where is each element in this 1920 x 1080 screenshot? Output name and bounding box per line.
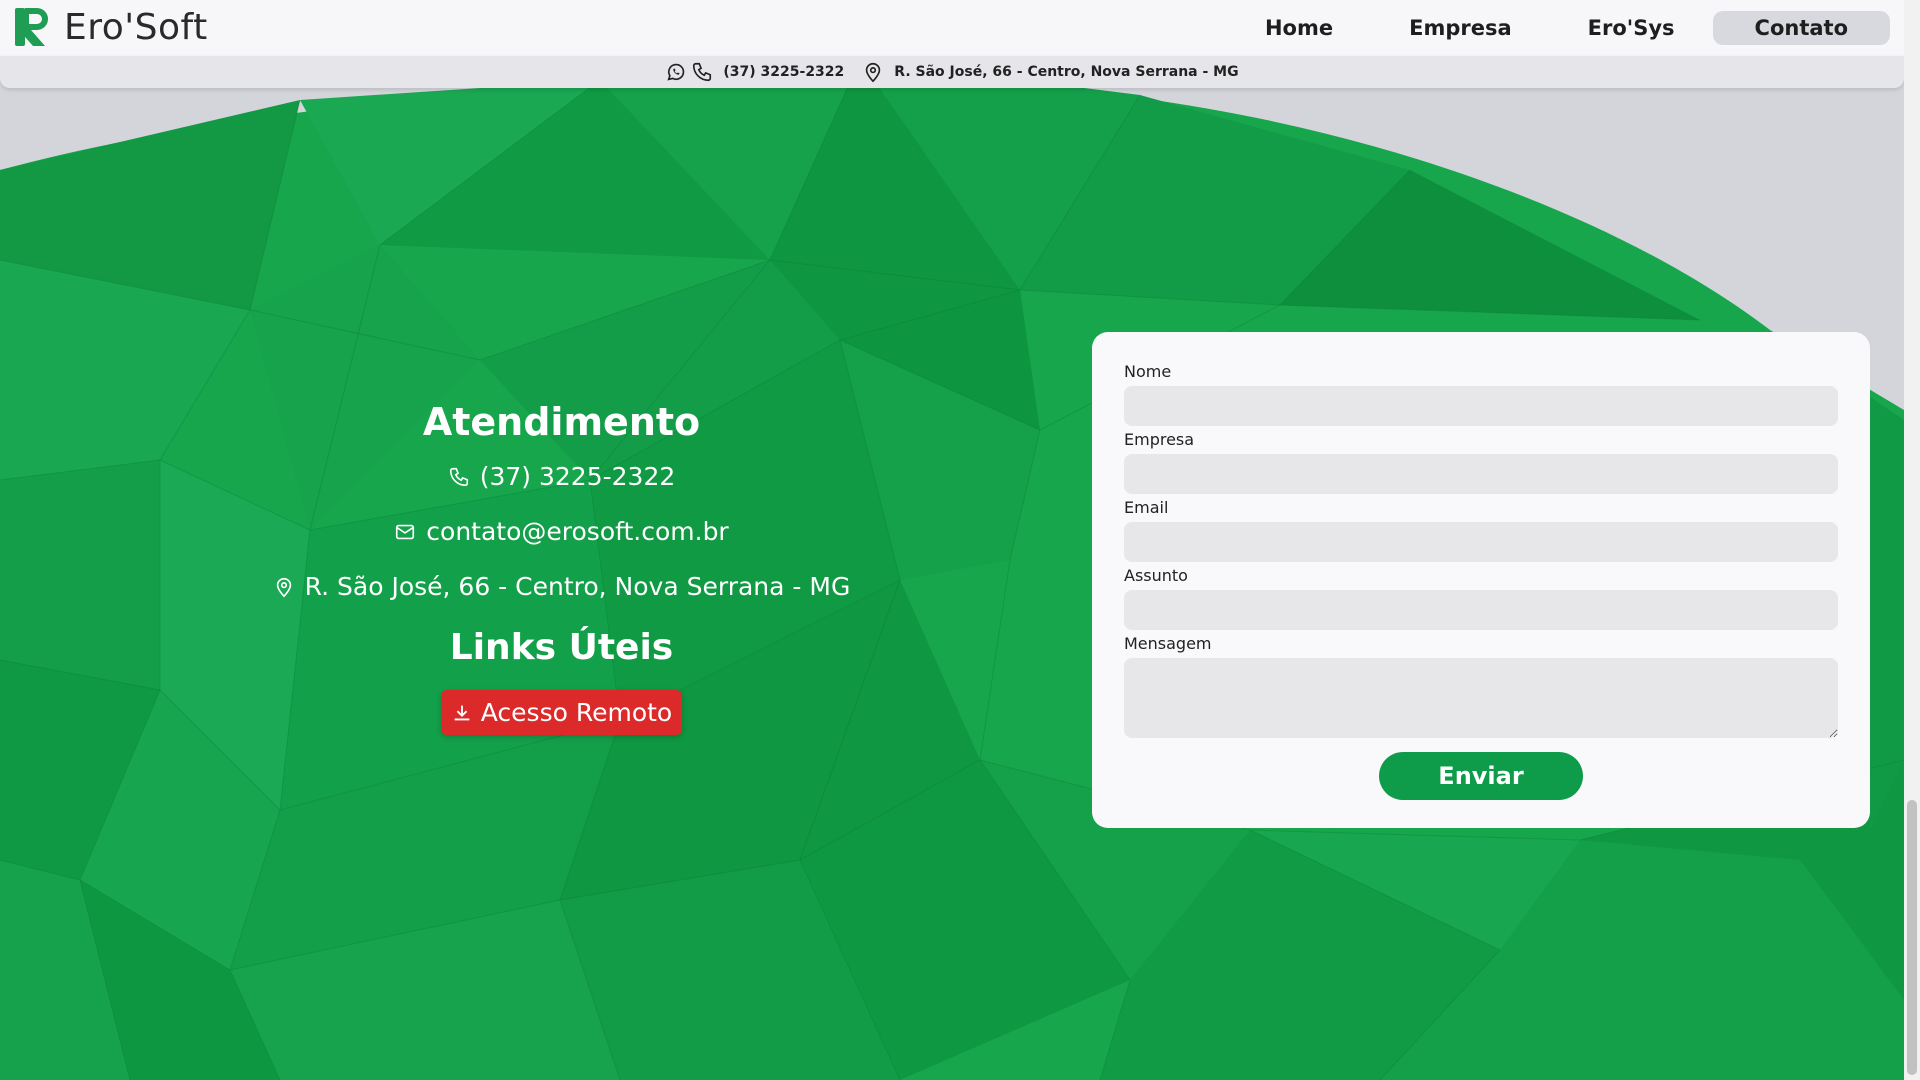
nav-home[interactable]: Home [1227,11,1371,45]
download-icon [454,705,470,720]
nav-erosys[interactable]: Ero'Sys [1550,11,1713,45]
infobar-phone-text: (37) 3225-2322 [723,64,845,80]
nome-label: Nome [1124,362,1172,381]
top-navbar: Ero'Soft Home Empresa Ero'Sys Contato [0,0,1904,56]
contact-email[interactable]: contato@erosoft.com.br [260,517,863,546]
empresa-label: Empresa [1124,430,1195,449]
assunto-input[interactable] [1124,590,1838,630]
page-scrollbar[interactable] [1904,0,1920,1080]
brand-name: Ero'Soft [64,6,208,48]
nome-input[interactable] [1124,386,1838,426]
email-input[interactable] [1124,522,1838,562]
contact-form: Nome Empresa Email Assunto Mensagem Envi… [1092,332,1870,828]
location-pin-icon [276,577,291,597]
main-nav: Home Empresa Ero'Sys Contato [1227,11,1890,45]
scrollbar-thumb[interactable] [1907,800,1917,1075]
location-pin-icon [866,62,881,83]
acesso-remoto-label: Acesso Remoto [480,698,673,727]
phone-icon [693,62,712,82]
contact-email-text: contato@erosoft.com.br [426,517,729,546]
enviar-button[interactable]: Enviar [1379,752,1583,800]
infobar-address[interactable]: R. São José, 66 - Centro, Nova Serrana -… [862,61,1239,83]
email-label: Email [1124,498,1169,517]
acesso-remoto-button[interactable]: Acesso Remoto [440,690,683,735]
brand-logo[interactable]: Ero'Soft [14,6,208,48]
infobar-address-text: R. São José, 66 - Centro, Nova Serrana -… [894,64,1239,80]
assunto-label: Assunto [1124,566,1188,585]
infobar-phone[interactable]: (37) 3225-2322 [665,61,844,83]
atendimento-heading: Atendimento [422,400,701,444]
envelope-icon [396,524,415,539]
contact-address-text: R. São José, 66 - Centro, Nova Serrana -… [304,572,851,601]
nav-empresa[interactable]: Empresa [1371,11,1550,45]
page: Ero'Soft Home Empresa Ero'Sys Contato (3… [0,0,1920,1080]
contact-phone[interactable]: (37) 3225-2322 [260,462,863,491]
links-uteis-heading: Links Úteis [449,627,674,668]
nav-contato[interactable]: Contato [1712,11,1890,45]
empresa-input[interactable] [1124,454,1838,494]
contact-info-bar: (37) 3225-2322 R. São José, 66 - Centro,… [0,56,1904,88]
erosoft-logo-icon [15,8,48,46]
whatsapp-icon [667,63,685,81]
mensagem-textarea[interactable] [1124,658,1838,738]
contact-address[interactable]: R. São José, 66 - Centro, Nova Serrana -… [260,572,863,601]
mensagem-label: Mensagem [1124,634,1212,653]
contact-info-section: Atendimento (37) 3225-2322 contato@eroso… [260,400,863,735]
contact-phone-text: (37) 3225-2322 [479,462,676,491]
phone-icon [449,467,468,486]
